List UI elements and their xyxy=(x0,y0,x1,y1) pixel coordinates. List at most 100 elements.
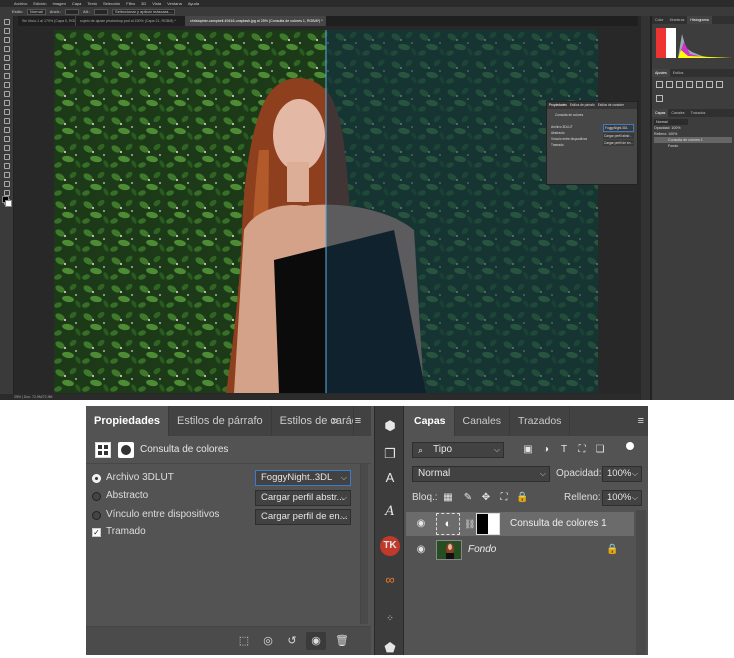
tab-properties[interactable]: Propiedades xyxy=(86,406,170,436)
crop-tool-icon[interactable] xyxy=(3,55,10,61)
blend-mode-select[interactable]: Normal ⌵ xyxy=(412,466,550,482)
device-link-select[interactable]: Cargar perfil de en... ⌵ xyxy=(255,509,351,525)
rp-tab-styles[interactable]: Estilos xyxy=(670,69,687,77)
eye-icon[interactable]: ◉ xyxy=(415,544,427,556)
lock-artboard-icon[interactable]: ⛶ xyxy=(498,492,510,504)
visibility-eye-icon[interactable]: ◉ xyxy=(306,632,326,650)
mini-tab[interactable]: Propiedades xyxy=(549,102,567,109)
brightness-icon[interactable] xyxy=(656,81,663,88)
background-color-swatch[interactable] xyxy=(5,200,12,207)
filter-type-icon[interactable]: T xyxy=(558,444,570,456)
lock-image-icon[interactable]: ✎ xyxy=(462,492,474,504)
eraser-tool-icon[interactable] xyxy=(3,109,10,115)
filter-adjustment-icon[interactable]: ◑ xyxy=(540,444,552,456)
select-mask-button[interactable]: Seleccionar y aplicar máscara... xyxy=(112,8,175,15)
doc-tab[interactable]: sujeto de ajuste photoshop.psd al 150% (… xyxy=(76,16,186,26)
layer-name[interactable]: Fondo xyxy=(468,538,496,562)
dodge-tool-icon[interactable] xyxy=(3,136,10,142)
abstract-profile-select[interactable]: Cargar perfil abstr... ⌵ xyxy=(255,490,351,506)
link-icon[interactable]: ⛓ xyxy=(464,518,475,530)
glyphs-icon[interactable]: A xyxy=(380,502,400,522)
rp-tab-channels[interactable]: Canales xyxy=(668,109,687,117)
opacity-input[interactable]: 100% ⌵ xyxy=(602,466,642,482)
blur-tool-icon[interactable] xyxy=(3,127,10,133)
option-3dlut[interactable]: Archivo 3DLUT xyxy=(92,470,174,486)
width-input[interactable] xyxy=(65,8,80,15)
menu-archivo[interactable]: Archivo xyxy=(14,0,27,7)
rp-tab-layers[interactable]: Capas xyxy=(652,109,669,117)
color-balance-icon[interactable] xyxy=(716,81,723,88)
menu-ventana[interactable]: Ventana xyxy=(167,0,182,7)
lasso-tool-icon[interactable] xyxy=(3,37,10,43)
option-device-link[interactable]: Vínculo entre dispositivos xyxy=(92,507,219,523)
lock-transparency-icon[interactable]: ▦ xyxy=(442,492,454,504)
doc-tab-active[interactable]: christopher-campbell-49416-unsplash.jpg … xyxy=(186,16,326,26)
history-brush-icon[interactable] xyxy=(3,100,10,106)
menu-vista[interactable]: Vista xyxy=(152,0,161,7)
mini-layer-row[interactable]: Fondo xyxy=(654,143,732,149)
clip-to-layer-icon[interactable]: ⬚ xyxy=(234,632,254,650)
layer-mask-thumbnail[interactable] xyxy=(476,513,500,535)
curves-icon[interactable] xyxy=(676,81,683,88)
menu-edicion[interactable]: Edición xyxy=(33,0,46,7)
menu-capa[interactable]: Capa xyxy=(72,0,82,7)
eye-icon[interactable]: ◉ xyxy=(415,518,427,530)
character-icon[interactable]: A xyxy=(380,468,400,488)
copy-source-icon[interactable]: ❐ xyxy=(380,444,400,464)
mini-abstract-select[interactable]: Cargar perfil abstr... xyxy=(603,133,635,139)
option-abstract[interactable]: Abstracto xyxy=(92,488,148,504)
tab-character-styles[interactable]: Estilos de carácter xyxy=(272,406,354,436)
reset-icon[interactable]: ↺ xyxy=(282,632,302,650)
rp-tab-color[interactable]: Color xyxy=(652,16,667,24)
style-select[interactable]: Normal xyxy=(26,8,46,15)
height-input[interactable] xyxy=(94,8,109,15)
layers-menu-icon[interactable]: ≡ xyxy=(638,412,644,430)
menu-3d[interactable]: 3D xyxy=(141,0,146,7)
lookup-icon[interactable] xyxy=(656,94,663,102)
marquee-tool-icon[interactable] xyxy=(3,28,10,34)
filter-smart-object-icon[interactable]: ❏ xyxy=(594,444,606,456)
shape-tool-icon[interactable] xyxy=(3,172,10,178)
tab-layers[interactable]: Capas xyxy=(406,406,455,436)
menu-imagen[interactable]: Imagen xyxy=(52,0,65,7)
view-previous-state-icon[interactable]: ◎ xyxy=(258,632,278,650)
properties-scrollbar[interactable] xyxy=(360,464,368,624)
infinity-plugin-icon[interactable]: ∞ xyxy=(380,570,400,590)
option-dither[interactable]: ✓ Tramado xyxy=(92,524,146,540)
lut-file-select[interactable]: FoggyNight..3DL ⌵ xyxy=(255,470,351,486)
trash-icon[interactable]: 🗑 xyxy=(332,632,352,650)
tab-channels[interactable]: Canales xyxy=(455,406,511,436)
filter-shape-icon[interactable]: ⛶ xyxy=(576,444,588,456)
radio-3dlut[interactable] xyxy=(92,473,101,483)
healing-tool-icon[interactable] xyxy=(3,73,10,79)
tk-plugin-icon[interactable]: TK xyxy=(380,536,400,556)
layer-filter-select[interactable]: ⌕ Tipo ⌵ xyxy=(412,442,504,458)
tab-paths[interactable]: Trazados xyxy=(510,406,571,436)
more-tabs-icon[interactable]: » xyxy=(332,412,338,430)
layer-name[interactable]: Consulta de colores 1 xyxy=(510,512,607,536)
mini-option[interactable]: Tramado xyxy=(551,142,587,148)
rp-tab-swatches[interactable]: Muestras xyxy=(667,16,688,24)
doc-tab[interactable]: Sin título-1 al 170% (Capa 0, RGB/8) xyxy=(18,16,76,26)
path-select-icon[interactable] xyxy=(3,163,10,169)
levels-icon[interactable] xyxy=(666,81,673,88)
quick-select-tool-icon[interactable] xyxy=(3,46,10,52)
rp-tab-paths[interactable]: Trazados xyxy=(688,109,709,117)
pen-tool-icon[interactable] xyxy=(3,145,10,151)
mini-lut-select[interactable]: FoggyNight.3DL xyxy=(603,124,635,132)
brush-tool-icon[interactable] xyxy=(3,82,10,88)
hue-icon[interactable] xyxy=(706,81,713,88)
shapes-icon[interactable]: ⬟ xyxy=(380,638,400,658)
mask-icon[interactable] xyxy=(118,442,134,458)
layer-row[interactable]: ◉ ◐ ⛓ Consulta de colores 1 xyxy=(406,512,634,536)
radio-abstract[interactable] xyxy=(92,491,101,501)
tab-paragraph-styles[interactable]: Estilos de párrafo xyxy=(169,406,272,436)
mini-tab[interactable]: Estilos de carácter xyxy=(598,102,624,109)
canvas-image[interactable] xyxy=(54,30,598,393)
menu-texto[interactable]: Texto xyxy=(87,0,97,7)
lock-position-icon[interactable]: ✥ xyxy=(480,492,492,504)
vibrance-icon[interactable] xyxy=(696,81,703,88)
mini-tab[interactable]: Estilos de párrafo xyxy=(570,102,595,109)
fill-input[interactable]: 100% ⌵ xyxy=(602,490,642,506)
filter-pixel-icon[interactable]: ▣ xyxy=(522,444,534,456)
